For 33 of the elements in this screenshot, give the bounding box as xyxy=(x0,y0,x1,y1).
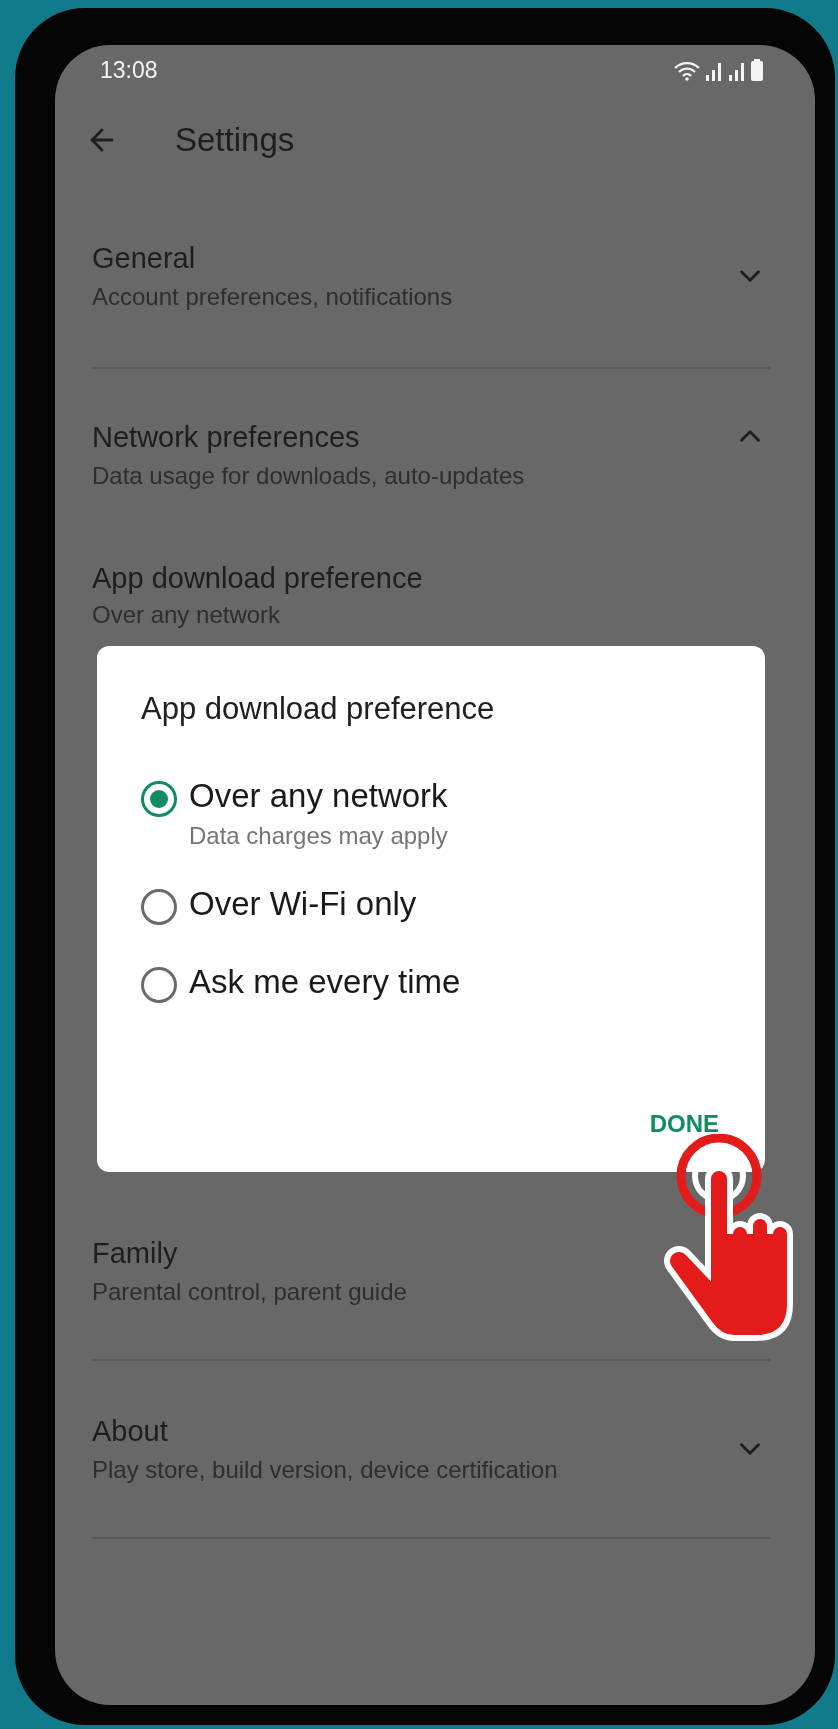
page-title: Settings xyxy=(175,120,295,161)
section-title: General xyxy=(92,241,197,276)
section-subtitle: Account preferences, notifications xyxy=(92,282,454,312)
wifi-icon xyxy=(674,61,700,81)
section-title: Network preferences xyxy=(92,420,361,455)
status-time: 13:08 xyxy=(100,55,158,85)
section-subtitle: Parental control, parent guide xyxy=(92,1277,408,1307)
option-label: Ask me every time xyxy=(189,961,461,1002)
radio-option[interactable]: Ask me every time xyxy=(141,956,721,1007)
option-label: Over Wi-Fi only xyxy=(189,883,417,924)
option-label: Over any network xyxy=(189,775,448,816)
settings-row[interactable]: App download preference Over any network xyxy=(55,507,815,637)
battery-icon xyxy=(751,59,763,81)
setting-value: Over any network xyxy=(92,600,282,630)
settings-row[interactable]: General Account preferences, notifications xyxy=(55,185,815,367)
signal-icon xyxy=(705,61,723,81)
dialog-title: App download preference xyxy=(141,690,496,728)
section-subtitle: Play store, build version, device certification xyxy=(92,1455,559,1485)
settings-row[interactable]: About Play store, build version, device certification xyxy=(55,1361,815,1537)
settings-row[interactable]: Family Parental control, parent guide xyxy=(55,1183,815,1359)
done-button[interactable]: DONE xyxy=(647,1106,721,1142)
section-title: About xyxy=(92,1414,169,1449)
signal-icon xyxy=(728,61,746,81)
radio-option[interactable]: Over Wi-Fi only xyxy=(141,878,721,929)
section-title: Family xyxy=(92,1236,179,1271)
setting-title: App download preference xyxy=(92,561,424,596)
radio-button[interactable] xyxy=(141,966,177,1003)
section-subtitle: Data usage for downloads, auto-updates xyxy=(92,461,526,491)
option-description: Data charges may apply xyxy=(189,820,448,851)
radio-button[interactable] xyxy=(141,888,177,925)
radio-button[interactable] xyxy=(141,780,177,817)
radio-option[interactable]: Over any network Data charges may apply xyxy=(141,770,721,851)
settings-row[interactable]: Network preferences Data usage for downloads, auto-updates xyxy=(55,369,815,507)
